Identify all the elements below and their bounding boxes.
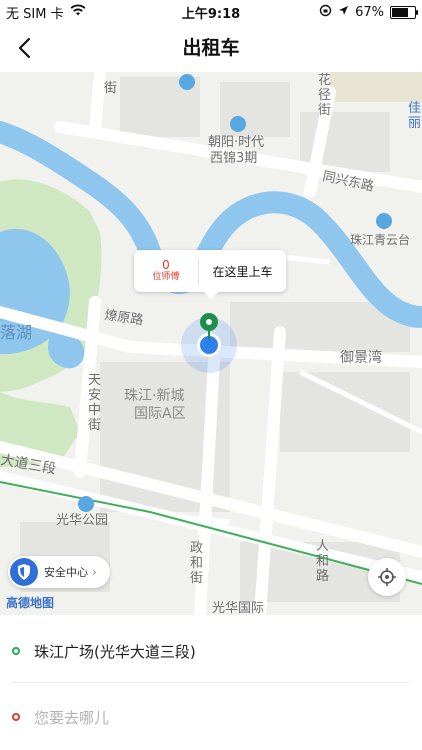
map-label-jiali: 佳丽 — [408, 101, 421, 131]
crosshair-icon — [378, 568, 396, 586]
page-title: 出租车 — [182, 37, 240, 59]
location-arrow-icon — [338, 5, 349, 20]
driver-count: 0 位师傅 — [134, 258, 199, 284]
map-label-renhe: 人和路 — [316, 539, 329, 584]
start-location-row[interactable]: 珠江广场(光华大道三段) — [0, 625, 422, 677]
start-location-text: 珠江广场(光华大道三段) — [34, 642, 196, 661]
rotation-lock-icon — [319, 4, 332, 21]
pickup-bubble[interactable]: 0 位师傅 在这里上车 — [134, 250, 286, 299]
driver-count-number: 0 — [162, 258, 170, 272]
map-label-yujingwan: 御景湾 — [340, 349, 382, 366]
map-brand-logo: 高德地图 — [6, 596, 55, 610]
locate-me-button[interactable] — [368, 558, 406, 596]
shield-icon — [10, 558, 38, 586]
map-label-zhenghe: 政和街 — [190, 541, 203, 586]
destination-dot-icon — [12, 713, 20, 721]
navigation-bar: 出租车 — [0, 24, 422, 72]
map-label-zhujiang-qingyun: 珠江青云台 — [350, 232, 410, 247]
driver-count-label: 位师傅 — [152, 272, 180, 282]
destination-row[interactable]: 您要去哪儿 — [0, 691, 422, 743]
map-label-jie: 街 — [104, 81, 117, 96]
destination-input[interactable]: 您要去哪儿 — [34, 707, 109, 728]
map-label-guanghua-intl: 光华国际 — [212, 601, 264, 615]
map-label-xincheng-2: 国际A区 — [134, 406, 186, 422]
safety-center-label: 安全中心 — [44, 566, 88, 579]
map-label-luohu: 落湖 — [0, 323, 32, 342]
map-label-guanghua-park: 光华公园 — [56, 513, 108, 528]
map-label-xincheng-1: 珠江·新城 — [124, 388, 184, 404]
trip-panel: 珠江广场(光华大道三段) 您要去哪儿 — [0, 615, 422, 750]
map-canvas: 街 朝阳·时代 西锦3期 同兴东路 珠江青云台 落湖 燎原路 御景湾 珠江·新城… — [0, 72, 422, 615]
map-label-tianan: 天安中街 — [88, 373, 101, 433]
safety-center-button[interactable]: 安全中心 › — [8, 556, 110, 588]
battery-percent: 67% — [355, 4, 384, 20]
map-view[interactable]: 街 朝阳·时代 西锦3期 同兴东路 珠江青云台 落湖 燎原路 御景湾 珠江·新城… — [0, 72, 422, 615]
map-label-zhaoyang-2: 西锦3期 — [210, 151, 257, 166]
divider — [12, 682, 410, 683]
status-bar: 无 SIM 卡 上午9:18 67% — [0, 0, 422, 24]
map-label-zhaoyang-1: 朝阳·时代 — [208, 135, 264, 150]
map-label-huaxiang: 花径街 — [318, 72, 331, 118]
chevron-right-icon: › — [92, 565, 97, 579]
battery-icon — [390, 5, 418, 19]
pickup-here-button[interactable]: 在这里上车 — [199, 263, 286, 280]
start-dot-icon — [12, 647, 20, 655]
